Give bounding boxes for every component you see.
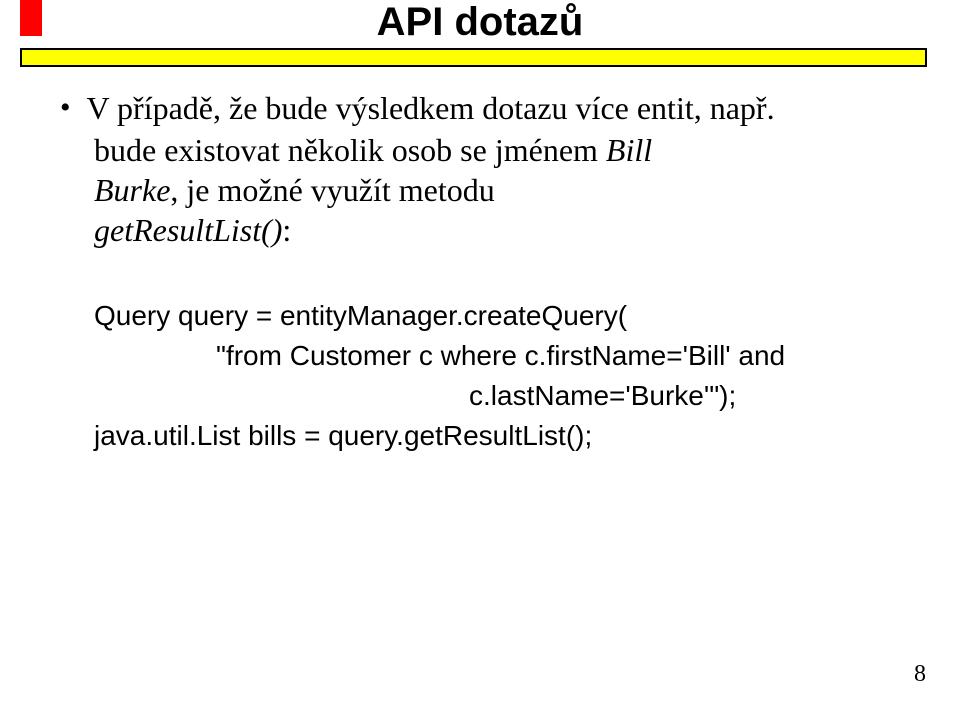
code-line-1: Query query = entityManager.createQuery( <box>94 296 910 336</box>
page-number: 8 <box>914 661 926 688</box>
text-part: bude existovat několik osob se jménem <box>94 132 606 168</box>
code-line-2: "from Customer c where c.firstName='Bill… <box>216 336 910 376</box>
text-part: , je možné využít metodu <box>170 172 494 208</box>
bullet-dot: • <box>60 88 71 128</box>
bullet-text-line1: V případě, že bude výsledkem dotazu více… <box>87 88 775 128</box>
yellow-divider <box>20 48 927 67</box>
bullet-row: • V případě, že bude výsledkem dotazu ví… <box>60 88 910 128</box>
italic-getresultlist: getResultList() <box>94 212 282 248</box>
slide-title: API dotazů <box>0 0 960 45</box>
italic-burke: Burke <box>94 172 170 208</box>
bullet-text-line3: Burke, je možné využít metodu <box>94 170 910 210</box>
bullet-text-line4: getResultList(): <box>94 210 910 250</box>
italic-bill: Bill <box>606 132 652 168</box>
text-part: : <box>282 212 291 248</box>
code-block: Query query = entityManager.createQuery(… <box>94 296 910 456</box>
code-line-3: c.lastName='Burke'"); <box>469 376 910 416</box>
code-line-4: java.util.List bills = query.getResultLi… <box>94 416 910 456</box>
bullet-text-line2: bude existovat několik osob se jménem Bi… <box>94 130 910 170</box>
slide-content: • V případě, že bude výsledkem dotazu ví… <box>60 88 910 456</box>
